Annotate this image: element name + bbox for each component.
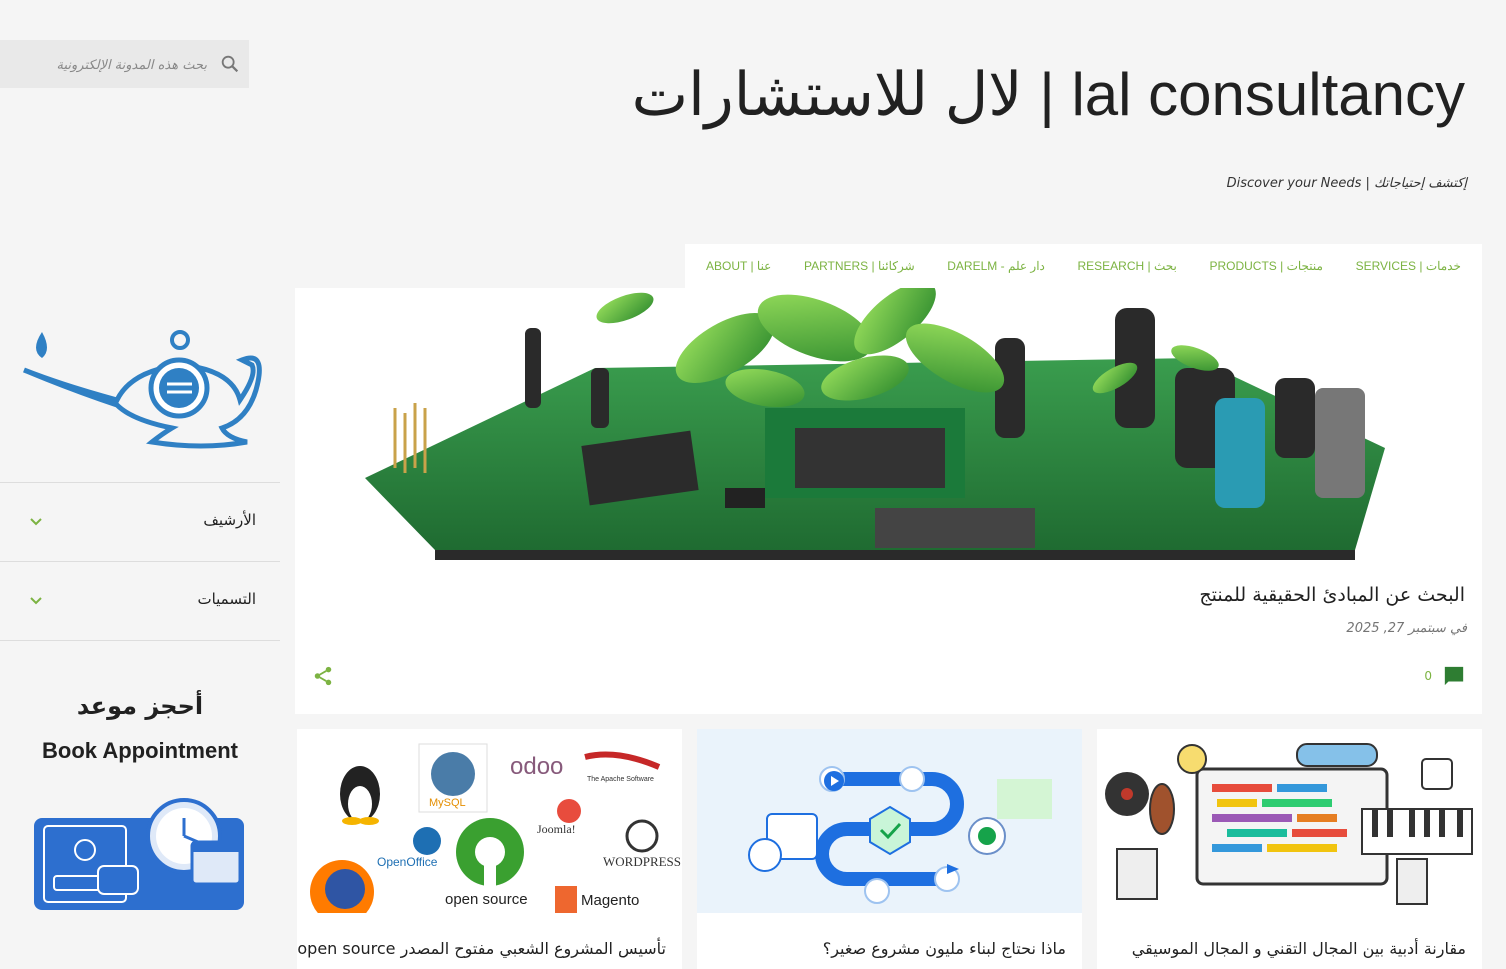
featured-post: البحث عن المبادئ الحقيقية للمنتج في سبتم… [295,288,1482,714]
nav-item-products[interactable]: PRODUCTS | منتجات [1209,259,1323,273]
post-card[interactable]: ماذا نحتاج لبناء مليون مشروع صغير؟ [697,729,1082,969]
search-input[interactable] [10,50,209,80]
post-card-image[interactable] [697,729,1082,913]
logo-icon[interactable] [22,310,262,455]
labels-section[interactable]: التسميات [0,561,280,640]
comment-icon[interactable] [1443,665,1465,687]
archive-label[interactable]: الأرشيف [203,511,256,529]
post-card[interactable]: مقارنة أدبية بين المجال التقني و المجال … [1097,729,1482,969]
post-card-title[interactable]: تأسيس المشروع الشعبي مفتوح المصدر open s… [297,939,666,958]
nav-item-services[interactable]: SERVICES | خدمات [1356,259,1461,273]
svg-text:odoo: odoo [510,753,563,780]
chevron-down-icon[interactable] [28,514,44,530]
featured-post-date[interactable]: في سبتمبر 27, 2025 [1346,621,1467,636]
search-box[interactable] [0,40,249,88]
svg-text:OpenOffice: OpenOffice [377,855,438,869]
post-card-image[interactable]: MySQL odoo The Apache Software Joomla! W… [297,729,682,913]
book-appointment-heading-en: Book Appointment [42,738,238,763]
chevron-down-icon[interactable] [28,593,44,609]
appointment-icon[interactable] [34,798,246,914]
share-icon[interactable] [312,665,334,687]
nav-item-partners[interactable]: PARTNERS | شركائنا [804,259,915,273]
main-nav: SERVICES | خدمات PRODUCTS | منتجات RESEA… [685,244,1482,288]
post-card-image[interactable] [1097,729,1482,913]
post-card-title[interactable]: ماذا نحتاج لبناء مليون مشروع صغير؟ [823,939,1066,958]
svg-text:WORDPRESS: WORDPRESS [603,854,681,869]
featured-image[interactable] [295,288,1482,560]
nav-item-research[interactable]: RESEARCH | بحث [1078,259,1177,273]
book-appointment-heading-ar: أحجز موعد [76,692,204,720]
svg-text:Magento: Magento [581,892,639,909]
svg-text:MySQL: MySQL [429,797,466,809]
svg-text:The Apache Software: The Apache Software [587,776,654,783]
divider [0,640,280,641]
nav-item-darelm[interactable]: DARELM - دار علم [947,259,1045,273]
nav-item-about[interactable]: ABOUT | عنا [706,259,771,273]
search-icon[interactable] [219,53,241,75]
blog-title[interactable]: lal consultancy | لال للاستشارات [632,60,1465,130]
svg-text:open source: open source [445,891,528,908]
archive-section[interactable]: الأرشيف [0,482,280,561]
comment-count[interactable]: 0 [1424,669,1432,683]
labels-label[interactable]: التسميات [197,590,256,608]
featured-post-title[interactable]: البحث عن المبادئ الحقيقية للمنتج [1199,584,1465,606]
post-card[interactable]: MySQL odoo The Apache Software Joomla! W… [297,729,682,969]
post-card-title[interactable]: مقارنة أدبية بين المجال التقني و المجال … [1132,939,1466,958]
blog-description: Discover your Needs | إكتشف إحتياجاتك [1226,176,1467,191]
svg-text:Joomla!: Joomla! [537,822,576,836]
